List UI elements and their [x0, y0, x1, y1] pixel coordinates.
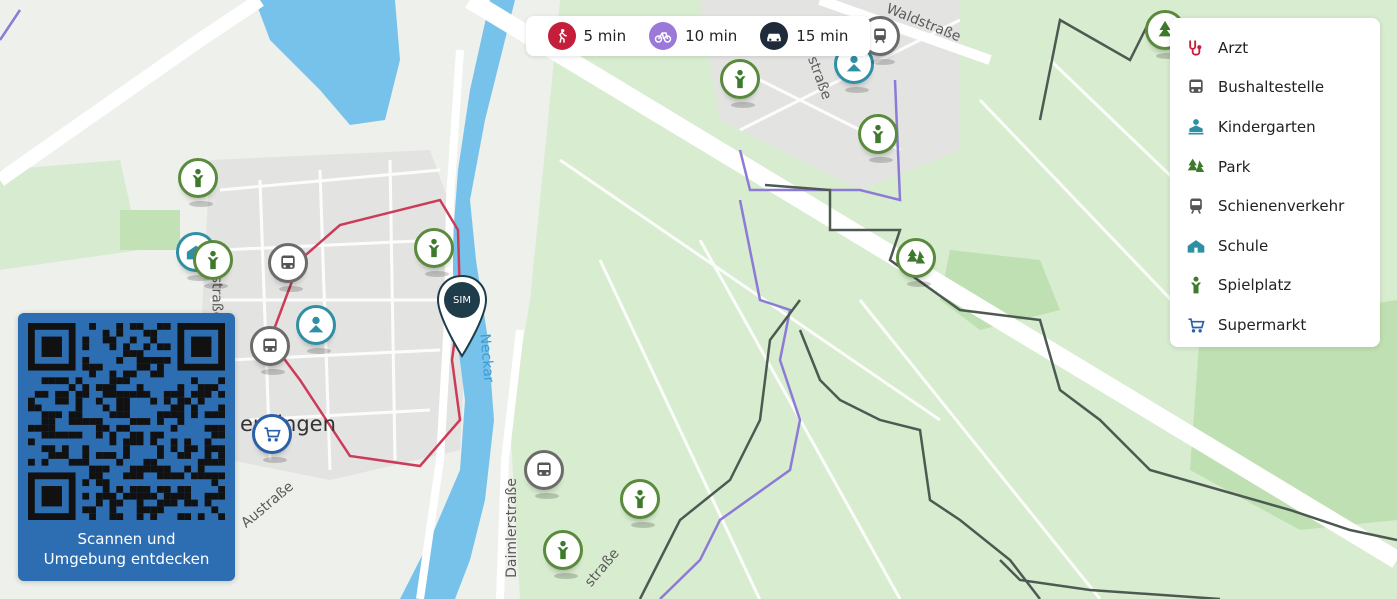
poi-legend-item-park[interactable]: Park	[1170, 147, 1380, 187]
playground-icon	[872, 124, 884, 144]
poi-legend-label: Park	[1218, 157, 1251, 176]
poi-legend: Arzt Bushaltestelle Kindergarten Park Sc…	[1170, 18, 1380, 347]
poi-legend-item-kindergarten[interactable]: Kindergarten	[1170, 107, 1380, 147]
playground-icon	[192, 168, 204, 188]
map-canvas[interactable]: Waldstraße Austraße Daimlerstraße Neckar…	[0, 0, 1397, 599]
playground-icon	[207, 250, 219, 270]
playground-marker[interactable]	[620, 479, 660, 528]
kindergarten-marker[interactable]	[296, 305, 336, 354]
qr-caption-line-2: Umgebung entdecken	[43, 550, 210, 568]
bus-stop-marker[interactable]	[524, 450, 564, 499]
bus-stop-marker[interactable]	[268, 243, 308, 292]
stethoscope-icon	[1189, 40, 1202, 56]
poi-legend-item-schienenverkehr[interactable]: Schienenverkehr	[1170, 186, 1380, 226]
qr-caption: Scannen und Umgebung entdecken	[18, 529, 235, 569]
qr-code-card[interactable]: Scannen und Umgebung entdecken	[18, 313, 235, 581]
bus-stop-marker[interactable]	[250, 326, 290, 375]
playground-icon	[734, 69, 746, 89]
poi-legend-label: Spielplatz	[1218, 276, 1292, 295]
playground-marker[interactable]	[193, 240, 233, 289]
kindergarten-icon	[1188, 119, 1204, 135]
home-marker-label: SIM	[453, 295, 471, 306]
poi-legend-item-supermarkt[interactable]: Supermarkt	[1170, 305, 1380, 345]
train-icon	[874, 28, 886, 44]
cart-icon	[264, 427, 281, 442]
park-marker[interactable]	[896, 238, 936, 287]
playground-marker[interactable]	[720, 59, 760, 108]
poi-legend-item-schule[interactable]: Schule	[1170, 226, 1380, 266]
playground-icon	[1191, 277, 1201, 294]
bus-icon	[281, 255, 295, 269]
travel-time-bike[interactable]: 10 min	[649, 22, 737, 50]
playground-marker[interactable]	[414, 228, 454, 277]
poi-legend-label: Bushaltestelle	[1218, 78, 1325, 97]
poi-legend-label: Schule	[1218, 236, 1269, 255]
kindergarten-icon	[846, 55, 862, 72]
playground-icon	[428, 238, 440, 258]
street-label-daimlerstrasse: Daimlerstraße	[503, 478, 520, 578]
car-icon	[760, 22, 789, 50]
poi-legend-label: Kindergarten	[1218, 117, 1316, 136]
playground-icon	[557, 540, 569, 560]
travel-time-bike-label: 10 min	[685, 27, 738, 45]
bike-icon	[649, 22, 678, 50]
travel-time-legend: 5 min 10 min 15 min	[526, 16, 870, 56]
poi-legend-label: Supermarkt	[1218, 315, 1307, 334]
qr-caption-line-1: Scannen und	[77, 530, 176, 548]
poi-legend-label: Arzt	[1218, 38, 1249, 57]
poi-legend-item-arzt[interactable]: Arzt	[1170, 28, 1380, 68]
playground-marker[interactable]	[858, 114, 898, 163]
bus-icon	[537, 462, 551, 476]
travel-time-walk-label: 5 min	[583, 27, 627, 45]
home-location-marker[interactable]: SIM	[436, 274, 488, 358]
qr-code-image	[28, 323, 225, 520]
poi-legend-item-bushaltestelle[interactable]: Bushaltestelle	[1170, 68, 1380, 108]
walk-icon	[547, 22, 576, 50]
travel-time-car-label: 15 min	[796, 27, 849, 45]
playground-marker[interactable]	[543, 530, 583, 579]
poi-legend-item-spielplatz[interactable]: Spielplatz	[1170, 266, 1380, 306]
poi-legend-label: Schienenverkehr	[1218, 197, 1345, 216]
bus-icon	[263, 338, 277, 352]
tree-icon	[906, 248, 926, 264]
playground-marker[interactable]	[178, 158, 218, 207]
train-icon	[1190, 198, 1202, 215]
supermarket-marker[interactable]	[252, 414, 292, 463]
travel-time-walk[interactable]: 5 min	[547, 22, 627, 50]
school-icon	[1187, 239, 1205, 253]
travel-time-car[interactable]: 15 min	[760, 22, 848, 50]
cart-icon	[1188, 318, 1205, 333]
playground-icon	[634, 489, 646, 509]
bus-icon	[1189, 79, 1203, 94]
tree-icon	[1187, 158, 1205, 172]
kindergarten-icon	[308, 316, 324, 333]
